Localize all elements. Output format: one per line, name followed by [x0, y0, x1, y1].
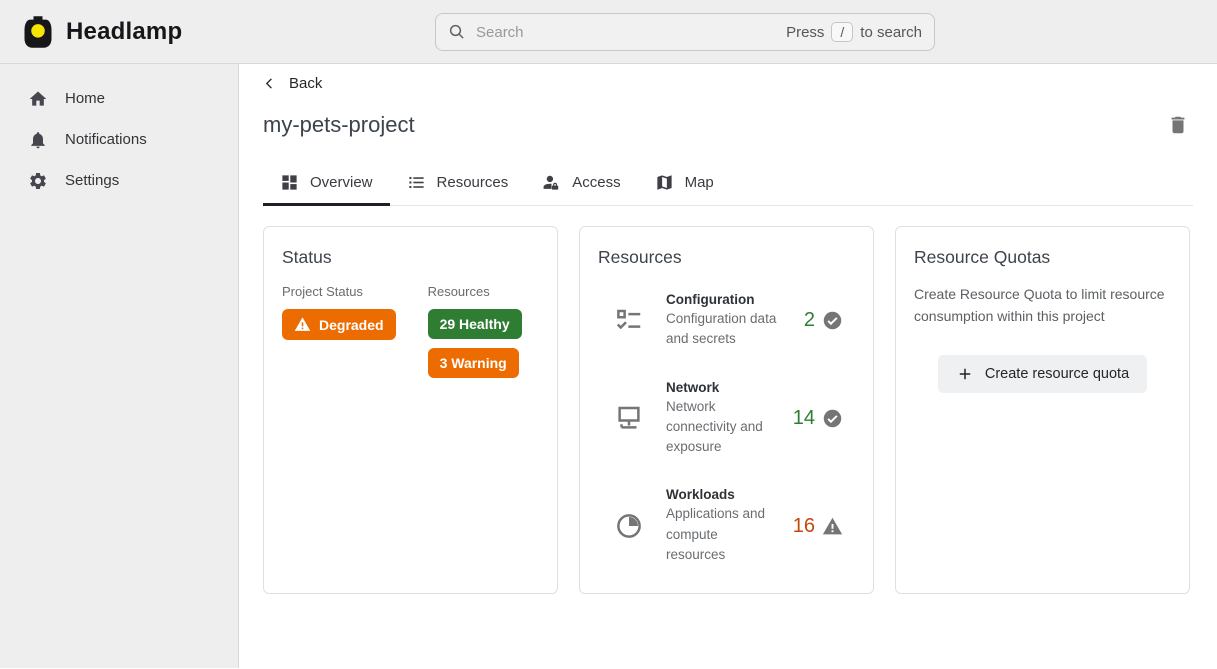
headlamp-logo-icon [20, 14, 56, 50]
app-logo[interactable]: Headlamp [20, 14, 182, 50]
resource-row-network[interactable]: Network Network connectivity and exposur… [598, 380, 855, 458]
project-status-label: Project Status [282, 284, 396, 299]
create-resource-quota-button[interactable]: Create resource quota [938, 355, 1147, 393]
warning-count-badge: 3 Warning [428, 348, 519, 378]
sidebar-item-notifications[interactable]: Notifications [0, 119, 238, 160]
app-title: Headlamp [66, 18, 182, 46]
resource-description: Configuration data and secrets [666, 309, 778, 350]
resource-description: Applications and compute resources [666, 504, 778, 565]
gear-icon [28, 171, 48, 191]
plus-icon [956, 365, 974, 383]
app-header: Headlamp Search Press / to search [0, 0, 1217, 64]
project-status-column: Project Status Degraded [282, 284, 396, 387]
resource-count: 2 [804, 309, 815, 332]
resources-status-column: Resources 29 Healthy 3 Warning [428, 284, 522, 387]
warning-triangle-icon [822, 516, 843, 537]
degraded-status-badge: Degraded [282, 309, 396, 340]
resource-title: Network [666, 380, 778, 395]
list-icon [407, 173, 426, 192]
bell-icon [28, 130, 48, 150]
tab-resources[interactable]: Resources [390, 162, 526, 205]
map-icon [655, 173, 674, 192]
overview-icon [280, 173, 299, 192]
workloads-icon [614, 511, 644, 541]
sidebar-item-home[interactable]: Home [0, 78, 238, 119]
sidebar-item-label: Home [65, 90, 105, 107]
page-title: my-pets-project [263, 112, 415, 138]
search-shortcut-hint: Press / to search [786, 22, 922, 42]
warning-triangle-icon [294, 316, 311, 333]
tab-overview[interactable]: Overview [263, 162, 390, 205]
person-lock-icon [542, 173, 561, 192]
back-label: Back [289, 75, 322, 92]
search-icon [448, 23, 466, 41]
sidebar-item-label: Settings [65, 172, 119, 189]
healthy-count-badge: 29 Healthy [428, 309, 522, 339]
resource-description: Network connectivity and exposure [666, 397, 778, 458]
configuration-icon [614, 306, 644, 336]
tab-access[interactable]: Access [525, 162, 637, 205]
tab-label: Map [685, 174, 714, 191]
chevron-left-icon [263, 77, 276, 90]
search-placeholder: Search [476, 24, 524, 41]
sidebar-item-settings[interactable]: Settings [0, 160, 238, 201]
project-tabs: Overview Resources [263, 162, 1193, 206]
tab-label: Overview [310, 174, 373, 191]
check-circle-icon [822, 310, 843, 331]
back-button[interactable]: Back [263, 75, 322, 92]
sidebar-item-label: Notifications [65, 131, 147, 148]
resource-quotas-card-title: Resource Quotas [914, 247, 1171, 268]
main-content: Back my-pets-project [239, 64, 1217, 668]
check-circle-icon [822, 408, 843, 429]
resource-title: Configuration [666, 292, 778, 307]
slash-keycap: / [831, 22, 853, 42]
trash-icon [1167, 114, 1189, 136]
network-icon [614, 403, 644, 433]
resource-quotas-description: Create Resource Quota to limit resource … [914, 284, 1171, 327]
tab-label: Access [572, 174, 620, 191]
search-input[interactable]: Search Press / to search [435, 13, 935, 51]
resources-status-label: Resources [428, 284, 522, 299]
resources-card-title: Resources [598, 247, 855, 268]
tab-map[interactable]: Map [638, 162, 731, 205]
tab-label: Resources [437, 174, 509, 191]
delete-project-button[interactable] [1163, 110, 1193, 140]
resource-count: 16 [793, 515, 815, 538]
status-card-title: Status [282, 247, 539, 268]
resource-row-workloads[interactable]: Workloads Applications and compute resou… [598, 487, 855, 565]
status-card: Status Project Status [263, 226, 558, 594]
resources-card: Resources Configuration [579, 226, 874, 594]
home-icon [28, 89, 48, 109]
resource-count: 14 [793, 407, 815, 430]
resource-row-configuration[interactable]: Configuration Configuration data and sec… [598, 292, 855, 350]
resource-quotas-card: Resource Quotas Create Resource Quota to… [895, 226, 1190, 594]
resource-title: Workloads [666, 487, 778, 502]
sidebar: Home Notifications Settings [0, 64, 239, 668]
